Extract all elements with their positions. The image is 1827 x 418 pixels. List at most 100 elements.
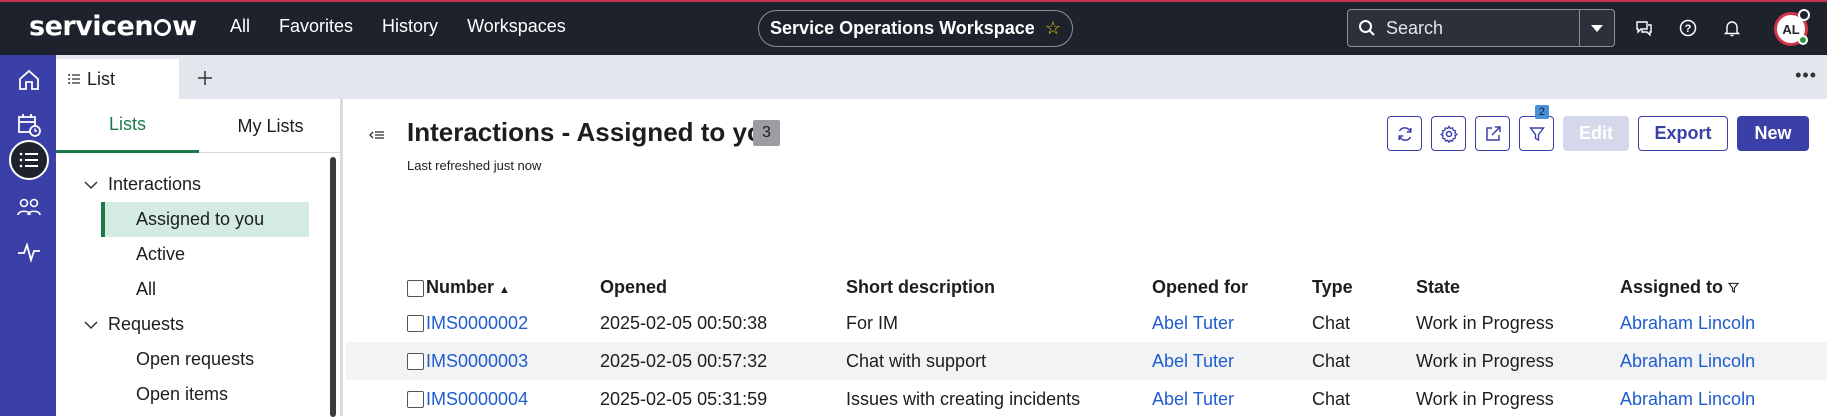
select-all-checkbox[interactable] bbox=[407, 279, 424, 297]
tree-item-all[interactable]: All bbox=[56, 272, 336, 307]
search-icon bbox=[1348, 10, 1386, 46]
column-header-opened-for[interactable]: Opened for bbox=[1152, 271, 1312, 304]
cell-short-description: Chat with support bbox=[846, 350, 987, 371]
share-icon bbox=[1485, 125, 1501, 141]
tree-group-interactions[interactable]: Interactions bbox=[56, 167, 336, 202]
chat-icon[interactable] bbox=[1632, 14, 1656, 42]
add-tab-button[interactable] bbox=[190, 63, 220, 93]
column-header-opened[interactable]: Opened bbox=[600, 271, 846, 304]
filter-icon bbox=[1528, 126, 1545, 141]
avatar-notification-ring bbox=[1798, 9, 1810, 21]
row-select-cell bbox=[346, 380, 426, 418]
share-button[interactable] bbox=[1475, 116, 1510, 151]
star-icon[interactable]: ☆ bbox=[1045, 18, 1061, 39]
people-icon[interactable] bbox=[9, 187, 49, 227]
row-checkbox[interactable] bbox=[407, 391, 424, 409]
cell-opened: 2025-02-05 05:31:59 bbox=[600, 388, 768, 409]
list-icon[interactable] bbox=[9, 140, 49, 180]
tab-lists[interactable]: Lists bbox=[56, 99, 199, 153]
column-header-state[interactable]: State bbox=[1416, 271, 1620, 304]
opened-for-link[interactable]: Abel Tuter bbox=[1152, 351, 1234, 371]
plus-icon bbox=[198, 71, 212, 85]
filter-count-badge: 2 bbox=[1534, 105, 1549, 119]
column-header-type[interactable]: Type bbox=[1312, 271, 1416, 304]
assigned-to-link[interactable]: Abraham Lincoln bbox=[1620, 389, 1755, 409]
top-nav: All Favorites History Workspaces bbox=[230, 16, 566, 37]
help-icon[interactable]: ? bbox=[1676, 14, 1700, 42]
tree-item-open-requests[interactable]: Open requests bbox=[56, 342, 336, 377]
home-icon[interactable] bbox=[9, 60, 49, 100]
servicenow-logo[interactable]: servicen w bbox=[29, 11, 197, 42]
tree-group-label: Interactions bbox=[108, 174, 202, 194]
assigned-to-link[interactable]: Abraham Lincoln bbox=[1620, 351, 1755, 371]
nav-favorites[interactable]: Favorites bbox=[279, 16, 353, 37]
tree-item-assigned-to-you[interactable]: Assigned to you bbox=[101, 202, 309, 237]
tree-item-open-items[interactable]: Open items bbox=[56, 377, 336, 412]
list-actions: 2 Edit Export New bbox=[1387, 105, 1809, 151]
lists-subtabs: Lists My Lists bbox=[56, 99, 342, 153]
workspace-pill[interactable]: Service Operations Workspace ☆ bbox=[758, 10, 1073, 47]
assigned-to-link[interactable]: Abraham Lincoln bbox=[1620, 313, 1755, 333]
chevron-down-icon bbox=[84, 320, 98, 329]
records-table: Number ▲ Opened Short description Opened… bbox=[346, 271, 1827, 418]
settings-button[interactable] bbox=[1431, 116, 1466, 151]
tree-group-requests[interactable]: Requests bbox=[56, 307, 336, 342]
filter-icon bbox=[1727, 282, 1740, 293]
record-number-link[interactable]: IMS0000004 bbox=[426, 389, 528, 409]
table-row[interactable]: IMS0000003 2025-02-05 00:57:32 Chat with… bbox=[346, 342, 1827, 380]
row-checkbox[interactable] bbox=[407, 315, 424, 333]
column-header-short-description[interactable]: Short description bbox=[846, 271, 1152, 304]
more-icon[interactable]: ••• bbox=[1795, 65, 1817, 86]
tree-item-active[interactable]: Active bbox=[56, 237, 336, 272]
nav-history[interactable]: History bbox=[382, 16, 438, 37]
table-row[interactable]: IMS0000002 2025-02-05 00:50:38 For IM Ab… bbox=[346, 304, 1827, 342]
search-scope-dropdown[interactable] bbox=[1579, 10, 1614, 46]
opened-for-link[interactable]: Abel Tuter bbox=[1152, 389, 1234, 409]
column-header-assigned-to[interactable]: Assigned to bbox=[1620, 271, 1827, 304]
tab-list[interactable]: List bbox=[56, 59, 179, 99]
new-button[interactable]: New bbox=[1737, 116, 1809, 151]
row-select-cell bbox=[346, 342, 426, 380]
list-tree: Interactions Assigned to you Active All … bbox=[56, 167, 336, 412]
cell-opened: 2025-02-05 00:50:38 bbox=[600, 312, 768, 333]
column-label: Assigned to bbox=[1620, 277, 1724, 297]
top-header: servicen w All Favorites History Workspac… bbox=[0, 0, 1827, 55]
panel-scrollbar[interactable] bbox=[330, 157, 336, 417]
edit-button[interactable]: Edit bbox=[1563, 116, 1629, 151]
record-number-link[interactable]: IMS0000003 bbox=[426, 351, 528, 371]
opened-for-link[interactable]: Abel Tuter bbox=[1152, 313, 1234, 333]
record-number-link[interactable]: IMS0000002 bbox=[426, 313, 528, 333]
collapse-panel-icon[interactable] bbox=[368, 128, 388, 148]
row-checkbox[interactable] bbox=[407, 353, 424, 371]
pulse-icon[interactable] bbox=[9, 232, 49, 272]
cell-state: Work in Progress bbox=[1416, 388, 1554, 409]
filter-button[interactable]: 2 bbox=[1519, 105, 1554, 151]
global-search bbox=[1347, 9, 1615, 47]
lists-panel: Lists My Lists Interactions Assigned to … bbox=[56, 99, 343, 417]
calendar-clock-icon[interactable] bbox=[9, 105, 49, 145]
search-input[interactable] bbox=[1386, 17, 1572, 39]
cell-type: Chat bbox=[1312, 312, 1351, 333]
cell-state: Work in Progress bbox=[1416, 312, 1554, 333]
tab-bar: List ••• bbox=[56, 55, 1827, 99]
presence-dot bbox=[1798, 35, 1808, 45]
cell-type: Chat bbox=[1312, 350, 1351, 371]
bell-icon[interactable] bbox=[1720, 14, 1744, 42]
nav-workspaces[interactable]: Workspaces bbox=[467, 16, 566, 37]
header-icons: ? bbox=[1632, 14, 1744, 42]
select-all-cell bbox=[346, 271, 426, 304]
tab-my-lists[interactable]: My Lists bbox=[199, 99, 342, 153]
svg-text:?: ? bbox=[1685, 23, 1692, 35]
export-button[interactable]: Export bbox=[1638, 116, 1728, 151]
left-rail bbox=[0, 55, 56, 416]
cell-short-description: For IM bbox=[846, 312, 898, 333]
user-avatar[interactable]: AL bbox=[1774, 9, 1810, 46]
row-select-cell bbox=[346, 304, 426, 342]
refresh-button[interactable] bbox=[1387, 116, 1422, 151]
table-row[interactable]: IMS0000004 2025-02-05 05:31:59 Issues wi… bbox=[346, 380, 1827, 418]
column-header-number[interactable]: Number ▲ bbox=[426, 271, 600, 304]
last-refreshed-text: Last refreshed just now bbox=[407, 158, 542, 173]
cell-state: Work in Progress bbox=[1416, 350, 1554, 371]
record-count-badge: 3 bbox=[753, 120, 780, 146]
nav-all[interactable]: All bbox=[230, 16, 250, 37]
